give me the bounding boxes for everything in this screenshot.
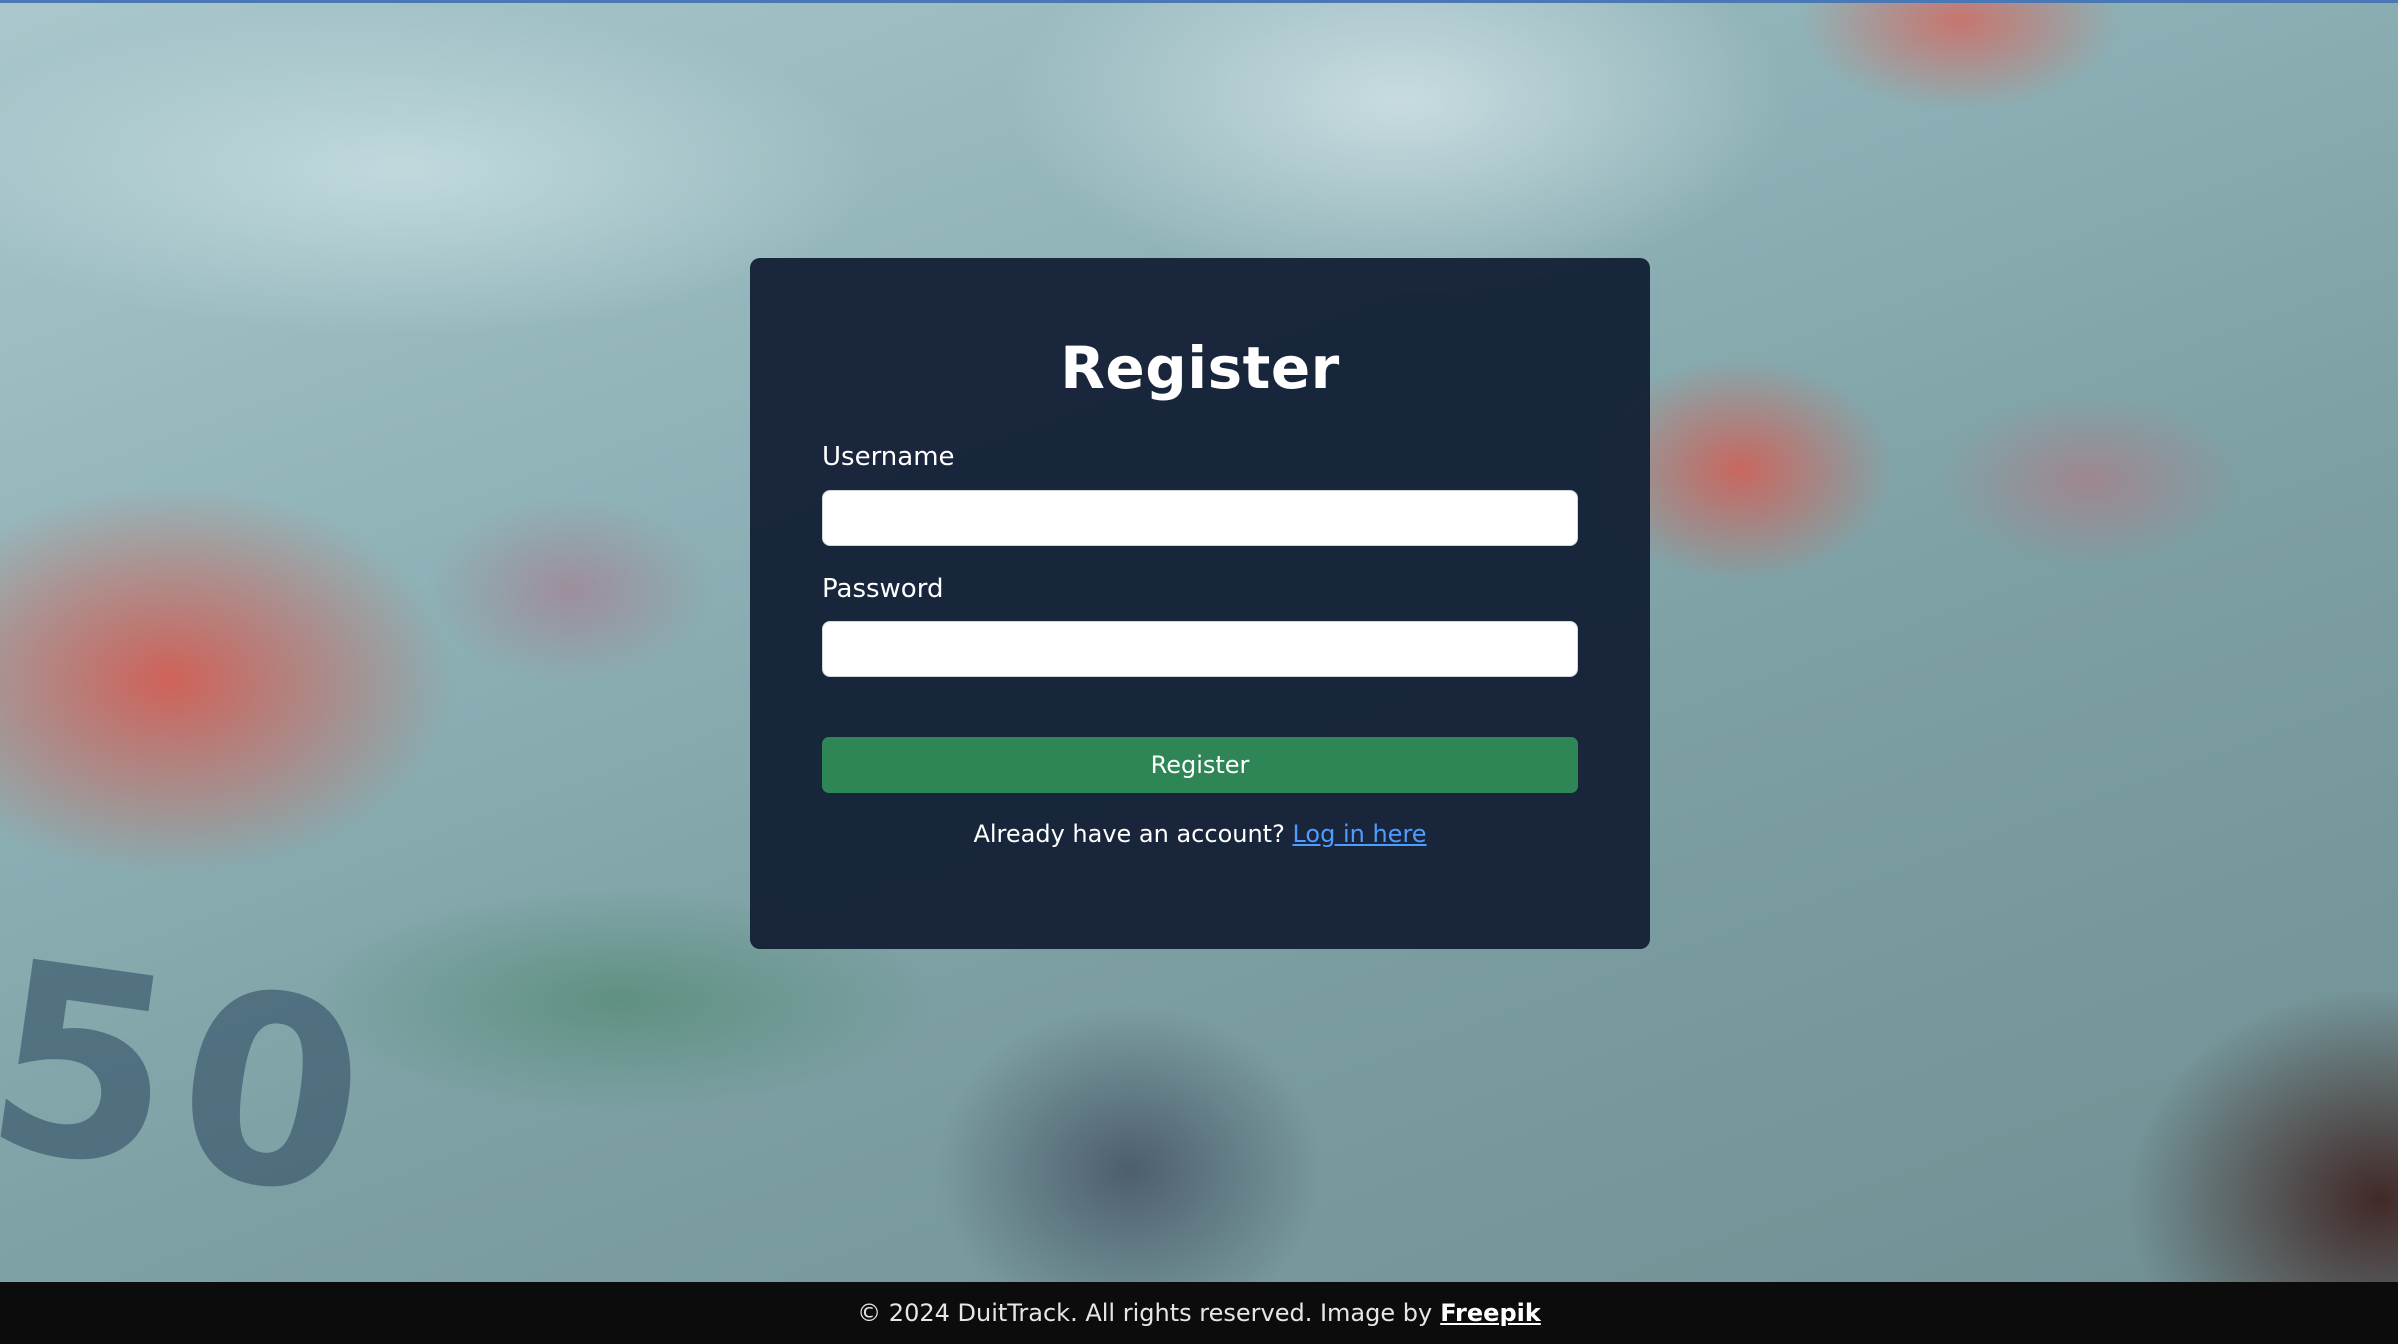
- banknote-numeral: 50: [0, 904, 391, 1258]
- page-title: Register: [1060, 334, 1340, 402]
- freepik-link[interactable]: Freepik: [1440, 1299, 1541, 1327]
- footer-copyright: © 2024 DuitTrack. All rights reserved. I…: [857, 1299, 1433, 1327]
- register-button[interactable]: Register: [822, 737, 1578, 793]
- top-accent-bar: [0, 0, 2398, 3]
- username-label: Username: [822, 442, 955, 472]
- login-prompt: Already have an account? Log in here: [750, 820, 1650, 848]
- login-prompt-text: Already have an account?: [973, 820, 1285, 848]
- footer: © 2024 DuitTrack. All rights reserved. I…: [0, 1282, 2398, 1344]
- username-input[interactable]: [822, 490, 1578, 546]
- password-label: Password: [822, 574, 944, 604]
- login-link[interactable]: Log in here: [1292, 820, 1426, 848]
- password-input[interactable]: [822, 621, 1578, 677]
- register-card: Register Username Password Register Alre…: [750, 258, 1650, 949]
